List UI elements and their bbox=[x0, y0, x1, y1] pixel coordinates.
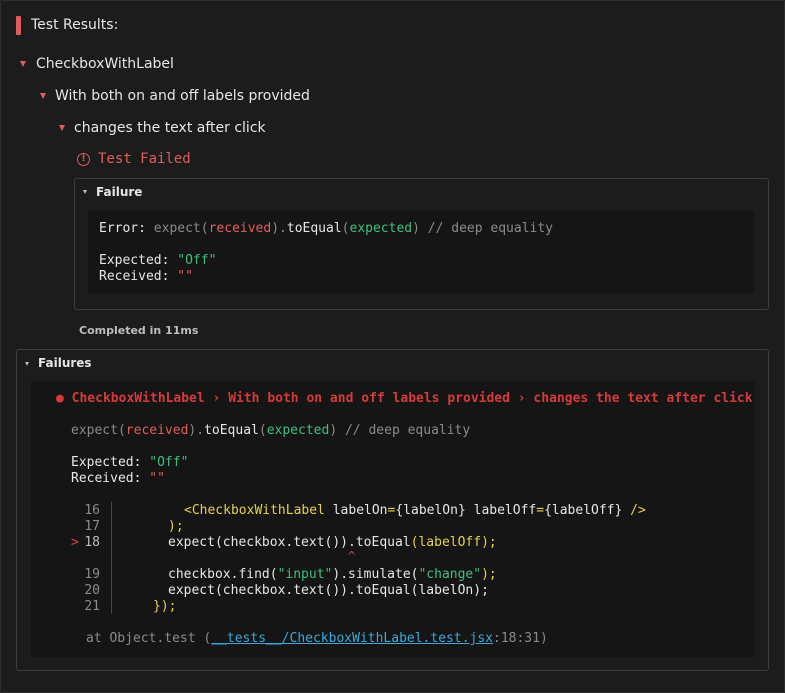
error-line: Error: expect(received).toEqual(expected… bbox=[99, 221, 554, 236]
failure-breadcrumb: ● CheckboxWithLabel › With both on and o… bbox=[56, 391, 753, 406]
line-number: 19 bbox=[84, 567, 100, 582]
line-number: 18 bbox=[84, 535, 100, 550]
bullet-icon: ● bbox=[56, 391, 64, 406]
expected-line: Expected: "Off" bbox=[99, 253, 217, 268]
collapse-triangle-icon[interactable] bbox=[83, 190, 87, 194]
completed-time: Completed in 11ms bbox=[79, 324, 199, 337]
line-number: 20 bbox=[84, 583, 100, 598]
code-line-21: }); bbox=[153, 599, 177, 614]
expected-line: Expected: "Off" bbox=[71, 455, 189, 470]
stack-trace-line: at Object.test (__tests__/CheckboxWithLa… bbox=[86, 631, 548, 646]
header-accent-bar bbox=[16, 16, 21, 35]
received-line: Received: "" bbox=[99, 269, 193, 284]
line-number: 16 bbox=[84, 503, 100, 518]
code-line-17: ); bbox=[168, 519, 184, 534]
stack-trace-file-link[interactable]: __tests__/CheckboxWithLabel.test.jsx bbox=[211, 631, 493, 646]
exclamation-circle-icon: ! bbox=[77, 153, 90, 166]
collapse-triangle-icon[interactable] bbox=[20, 61, 26, 67]
error-caret-icon: ^ bbox=[348, 549, 356, 563]
code-gutter-divider bbox=[111, 502, 112, 614]
line-number: 17 bbox=[84, 519, 100, 534]
tree-item-suite[interactable]: CheckboxWithLabel bbox=[36, 56, 174, 72]
collapse-triangle-icon[interactable] bbox=[59, 125, 65, 131]
code-line-16: <CheckboxWithLabel labelOn={labelOn} lab… bbox=[184, 503, 646, 518]
error-line: expect(received).toEqual(expected) // de… bbox=[71, 423, 471, 438]
tree-item-group[interactable]: With both on and off labels provided bbox=[55, 88, 310, 104]
failure-panel-title[interactable]: Failure bbox=[96, 185, 142, 199]
collapse-triangle-icon[interactable] bbox=[40, 93, 46, 99]
tree-item-test[interactable]: changes the text after click bbox=[74, 120, 266, 136]
header-title: Test Results: bbox=[31, 17, 119, 33]
line-number: 21 bbox=[84, 599, 100, 614]
received-line: Received: "" bbox=[71, 471, 165, 486]
test-status-label: Test Failed bbox=[98, 151, 191, 167]
code-line-19: checkbox.find("input").simulate("change"… bbox=[168, 567, 497, 582]
code-line-18: expect(checkbox.text()).toEqual(labelOff… bbox=[168, 535, 497, 550]
failures-panel-title[interactable]: Failures bbox=[38, 356, 92, 370]
collapse-triangle-icon[interactable] bbox=[25, 362, 29, 366]
code-line-20: expect(checkbox.text()).toEqual(labelOn)… bbox=[168, 583, 489, 598]
